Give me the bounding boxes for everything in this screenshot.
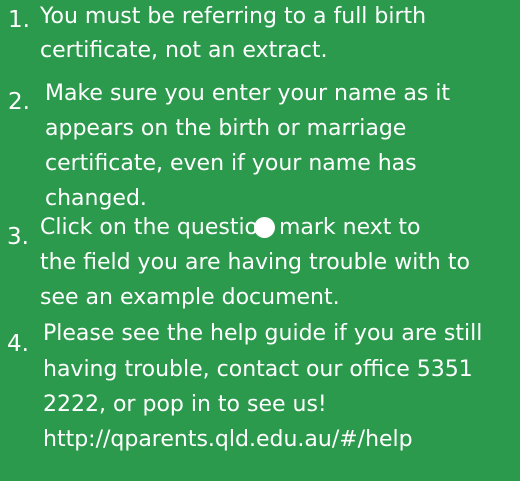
tip-text-line: certificate, not an extract.	[40, 38, 328, 63]
tip-number: 3.	[7, 224, 29, 250]
tip-text-line: see an example document.	[40, 285, 340, 310]
tip-text-line: appears on the birth or marriage	[45, 116, 407, 141]
tip-text-line: You must be referring to a full birth	[40, 4, 427, 29]
help-tips-panel: 1. You must be referring to a full birth…	[0, 0, 520, 481]
tip-number: 2.	[8, 89, 30, 115]
tip-number: 1.	[8, 7, 30, 33]
tip-text-line: the field you are having trouble with to	[40, 250, 470, 275]
tip-text-line: changed.	[45, 186, 147, 211]
tip-text-line: Make sure you enter your name as it	[45, 81, 451, 106]
tip-text-line: certificate, even if your name has	[45, 151, 417, 176]
mouse-cursor-icon	[254, 217, 275, 238]
tip-text-line: 2222, or pop in to see us!	[43, 392, 327, 417]
tip-text-line: Click on the question mark next to	[40, 215, 421, 240]
tip-text-line: Please see the help guide if you are sti…	[43, 321, 483, 346]
tip-number: 4.	[7, 331, 29, 357]
tip-help-link[interactable]: http://qparents.qld.edu.au/#/help	[43, 428, 413, 452]
tip-text-line: having trouble, contact our office 5351	[43, 357, 473, 382]
